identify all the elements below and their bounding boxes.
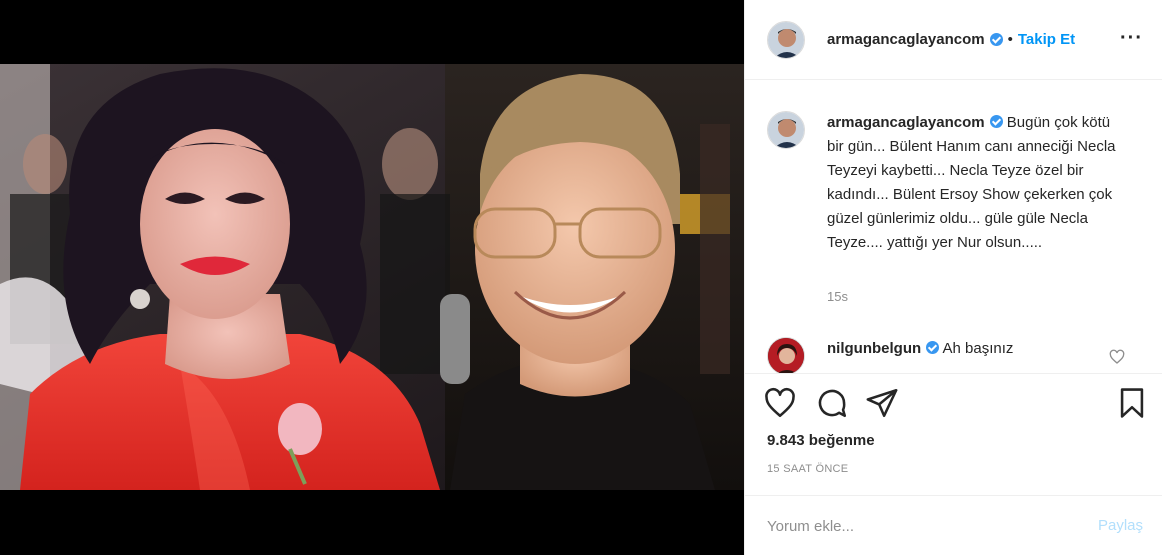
comment-icon[interactable] — [815, 386, 849, 420]
comments-list[interactable]: armagancaglayancom Bugün çok kötü bir gü… — [745, 81, 1162, 374]
verified-badge-icon — [989, 33, 1003, 46]
reply-comment: nilgunbelgun Ah başınız — [767, 337, 1014, 373]
follow-button[interactable]: Takip Et — [1018, 31, 1075, 48]
author-avatar[interactable] — [767, 20, 805, 59]
separator-dot: • — [1007, 31, 1013, 48]
caption-timestamp[interactable]: 15s — [827, 289, 848, 304]
verified-badge-icon — [926, 341, 940, 354]
author-username[interactable]: armagancaglayancom — [827, 31, 985, 48]
more-options-icon[interactable]: ··· — [1120, 28, 1143, 48]
reply-username[interactable]: nilgunbelgun — [827, 340, 921, 357]
caption-body: armagancaglayancom Bugün çok kötü bir gü… — [827, 111, 1127, 255]
reply-text: Ah başınız — [942, 340, 1014, 357]
reply-avatar[interactable] — [767, 337, 805, 373]
action-bar — [745, 384, 1162, 424]
caption-username[interactable]: armagancaglayancom — [827, 114, 985, 131]
heart-icon[interactable] — [763, 386, 797, 420]
reply-body: nilgunbelgun Ah başınız — [827, 337, 1014, 373]
verified-badge-icon — [989, 115, 1003, 128]
likes-count[interactable]: 9.843 beğenme — [767, 432, 875, 449]
post-photo — [0, 64, 744, 490]
post-comment-button[interactable]: Paylaş — [1098, 517, 1143, 534]
bookmark-icon[interactable] — [1115, 386, 1149, 420]
caption-text: Bugün çok kötü bir gün... Bülent Hanım c… — [827, 114, 1116, 251]
caption-avatar[interactable] — [767, 111, 805, 149]
comment-composer: Paylaş — [745, 495, 1162, 555]
paper-plane-icon[interactable] — [865, 386, 899, 420]
post-media[interactable] — [0, 0, 744, 555]
comment-like-heart-icon[interactable] — [1109, 349, 1125, 365]
post-panel: armagancaglayancom • Takip Et ··· armaga… — [744, 0, 1162, 555]
caption-comment: armagancaglayancom Bugün çok kötü bir gü… — [767, 111, 1127, 255]
comment-input[interactable] — [767, 512, 1067, 540]
posted-time[interactable]: 15 SAAT ÖNCE — [767, 463, 848, 475]
post-header: armagancaglayancom • Takip Et ··· — [745, 0, 1162, 80]
